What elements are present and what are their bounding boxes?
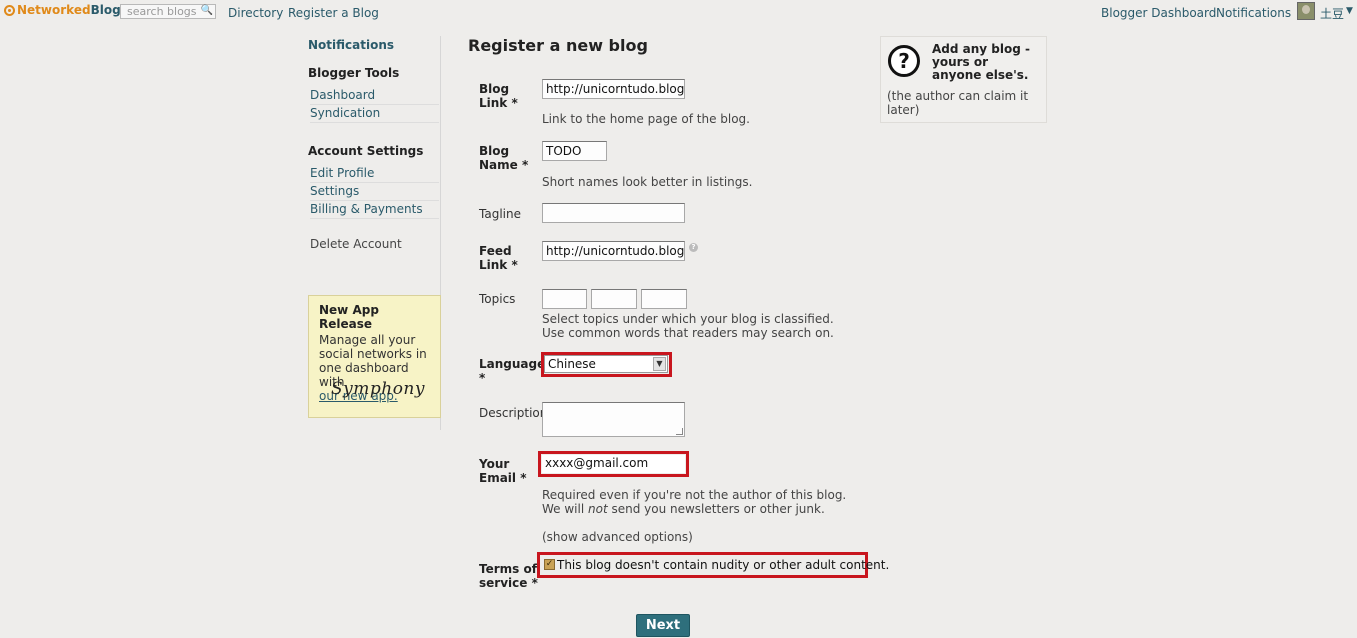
info-card: ? Add any blog - yours or anyone else's.… xyxy=(880,36,1047,123)
sidebar-item-notifications[interactable]: Notifications xyxy=(308,38,394,52)
terms-text[interactable]: This blog doesn't contain nudity or othe… xyxy=(557,558,889,572)
email-label: Your Email * xyxy=(479,457,527,485)
sidebar-item-edit-profile[interactable]: Edit Profile xyxy=(310,166,439,183)
show-advanced-options-link[interactable]: (show advanced options) xyxy=(542,530,693,544)
blog-link-hint: Link to the home page of the blog. xyxy=(542,112,750,126)
nav-register-blog[interactable]: Register a Blog xyxy=(288,6,379,20)
chevron-down-icon[interactable]: ▼ xyxy=(653,357,666,371)
blog-name-label: Blog Name * xyxy=(479,144,529,172)
sidebar-item-billing[interactable]: Billing & Payments xyxy=(310,202,439,219)
topic-input-2[interactable] xyxy=(591,289,637,309)
sidebar-item-settings[interactable]: Settings xyxy=(310,184,439,201)
language-label: Language * xyxy=(479,357,546,385)
email-hint-1: Required even if you're not the author o… xyxy=(542,488,847,502)
blog-link-label: Blog Link * xyxy=(479,82,518,110)
next-button[interactable]: Next xyxy=(636,614,690,637)
symphony-logo: Symphony xyxy=(331,379,425,399)
blog-name-input[interactable]: TODO xyxy=(542,141,607,161)
topics-label: Topics xyxy=(479,292,516,306)
info-title: Add any blog - yours or anyone else's. xyxy=(932,42,1030,82)
tagline-label: Tagline xyxy=(479,207,521,221)
feed-link-input[interactable]: http://unicorntudo.blogspot xyxy=(542,241,685,261)
chevron-down-icon[interactable]: ▼ xyxy=(1346,6,1353,16)
topic-input-3[interactable] xyxy=(641,289,687,309)
top-bar: Networked Blogs search blogs 🔍 Directory … xyxy=(0,0,1357,24)
promo-box: New App Release Manage all your social n… xyxy=(308,295,441,418)
terms-label: Terms of service * xyxy=(479,562,538,590)
language-select-value: Chinese xyxy=(548,357,596,371)
help-icon[interactable]: ? xyxy=(689,243,698,252)
email-hint-2: We will not send you newsletters or othe… xyxy=(542,502,825,516)
topics-hint-2: Use common words that readers may search… xyxy=(542,326,834,340)
info-note: (the author can claim it later) xyxy=(887,89,1029,117)
sidebar-heading-blogger-tools: Blogger Tools xyxy=(308,66,400,80)
terms-checkbox[interactable]: ✓ xyxy=(544,559,555,570)
description-label: Description xyxy=(479,406,548,420)
sidebar-item-syndication[interactable]: Syndication xyxy=(310,106,439,123)
language-select[interactable]: Chinese ▼ xyxy=(544,355,668,373)
username[interactable]: 土豆 xyxy=(1320,5,1344,22)
question-icon: ? xyxy=(888,45,920,77)
notifications-link[interactable]: Notifications xyxy=(1216,6,1291,20)
blogger-dashboard-link[interactable]: Blogger Dashboard xyxy=(1101,6,1216,20)
sidebar-heading-account-settings: Account Settings xyxy=(308,144,424,158)
blog-link-input[interactable]: http://unicorntudo.blogspot xyxy=(542,79,685,99)
sidebar-item-dashboard[interactable]: Dashboard xyxy=(310,88,439,105)
description-textarea[interactable] xyxy=(542,402,685,437)
blog-name-hint: Short names look better in listings. xyxy=(542,175,753,189)
networkedblogs-logo-icon xyxy=(4,4,15,16)
tagline-input[interactable] xyxy=(542,203,685,223)
feed-link-label: Feed Link * xyxy=(479,244,518,272)
sidebar-item-delete-account[interactable]: Delete Account xyxy=(310,237,439,253)
nav-directory[interactable]: Directory xyxy=(228,6,283,20)
promo-title: New App Release xyxy=(319,303,379,331)
search-icon[interactable]: 🔍 xyxy=(200,5,214,17)
logo-text-prefix: Networked xyxy=(17,3,91,17)
topic-input-1[interactable] xyxy=(542,289,587,309)
avatar[interactable] xyxy=(1297,2,1315,20)
topics-hint-1: Select topics under which your blog is c… xyxy=(542,312,834,326)
page-title: Register a new blog xyxy=(468,36,648,55)
email-field[interactable]: xxxx@gmail.com xyxy=(542,455,685,473)
networkedblogs-logo[interactable]: Networked Blogs xyxy=(4,3,128,17)
